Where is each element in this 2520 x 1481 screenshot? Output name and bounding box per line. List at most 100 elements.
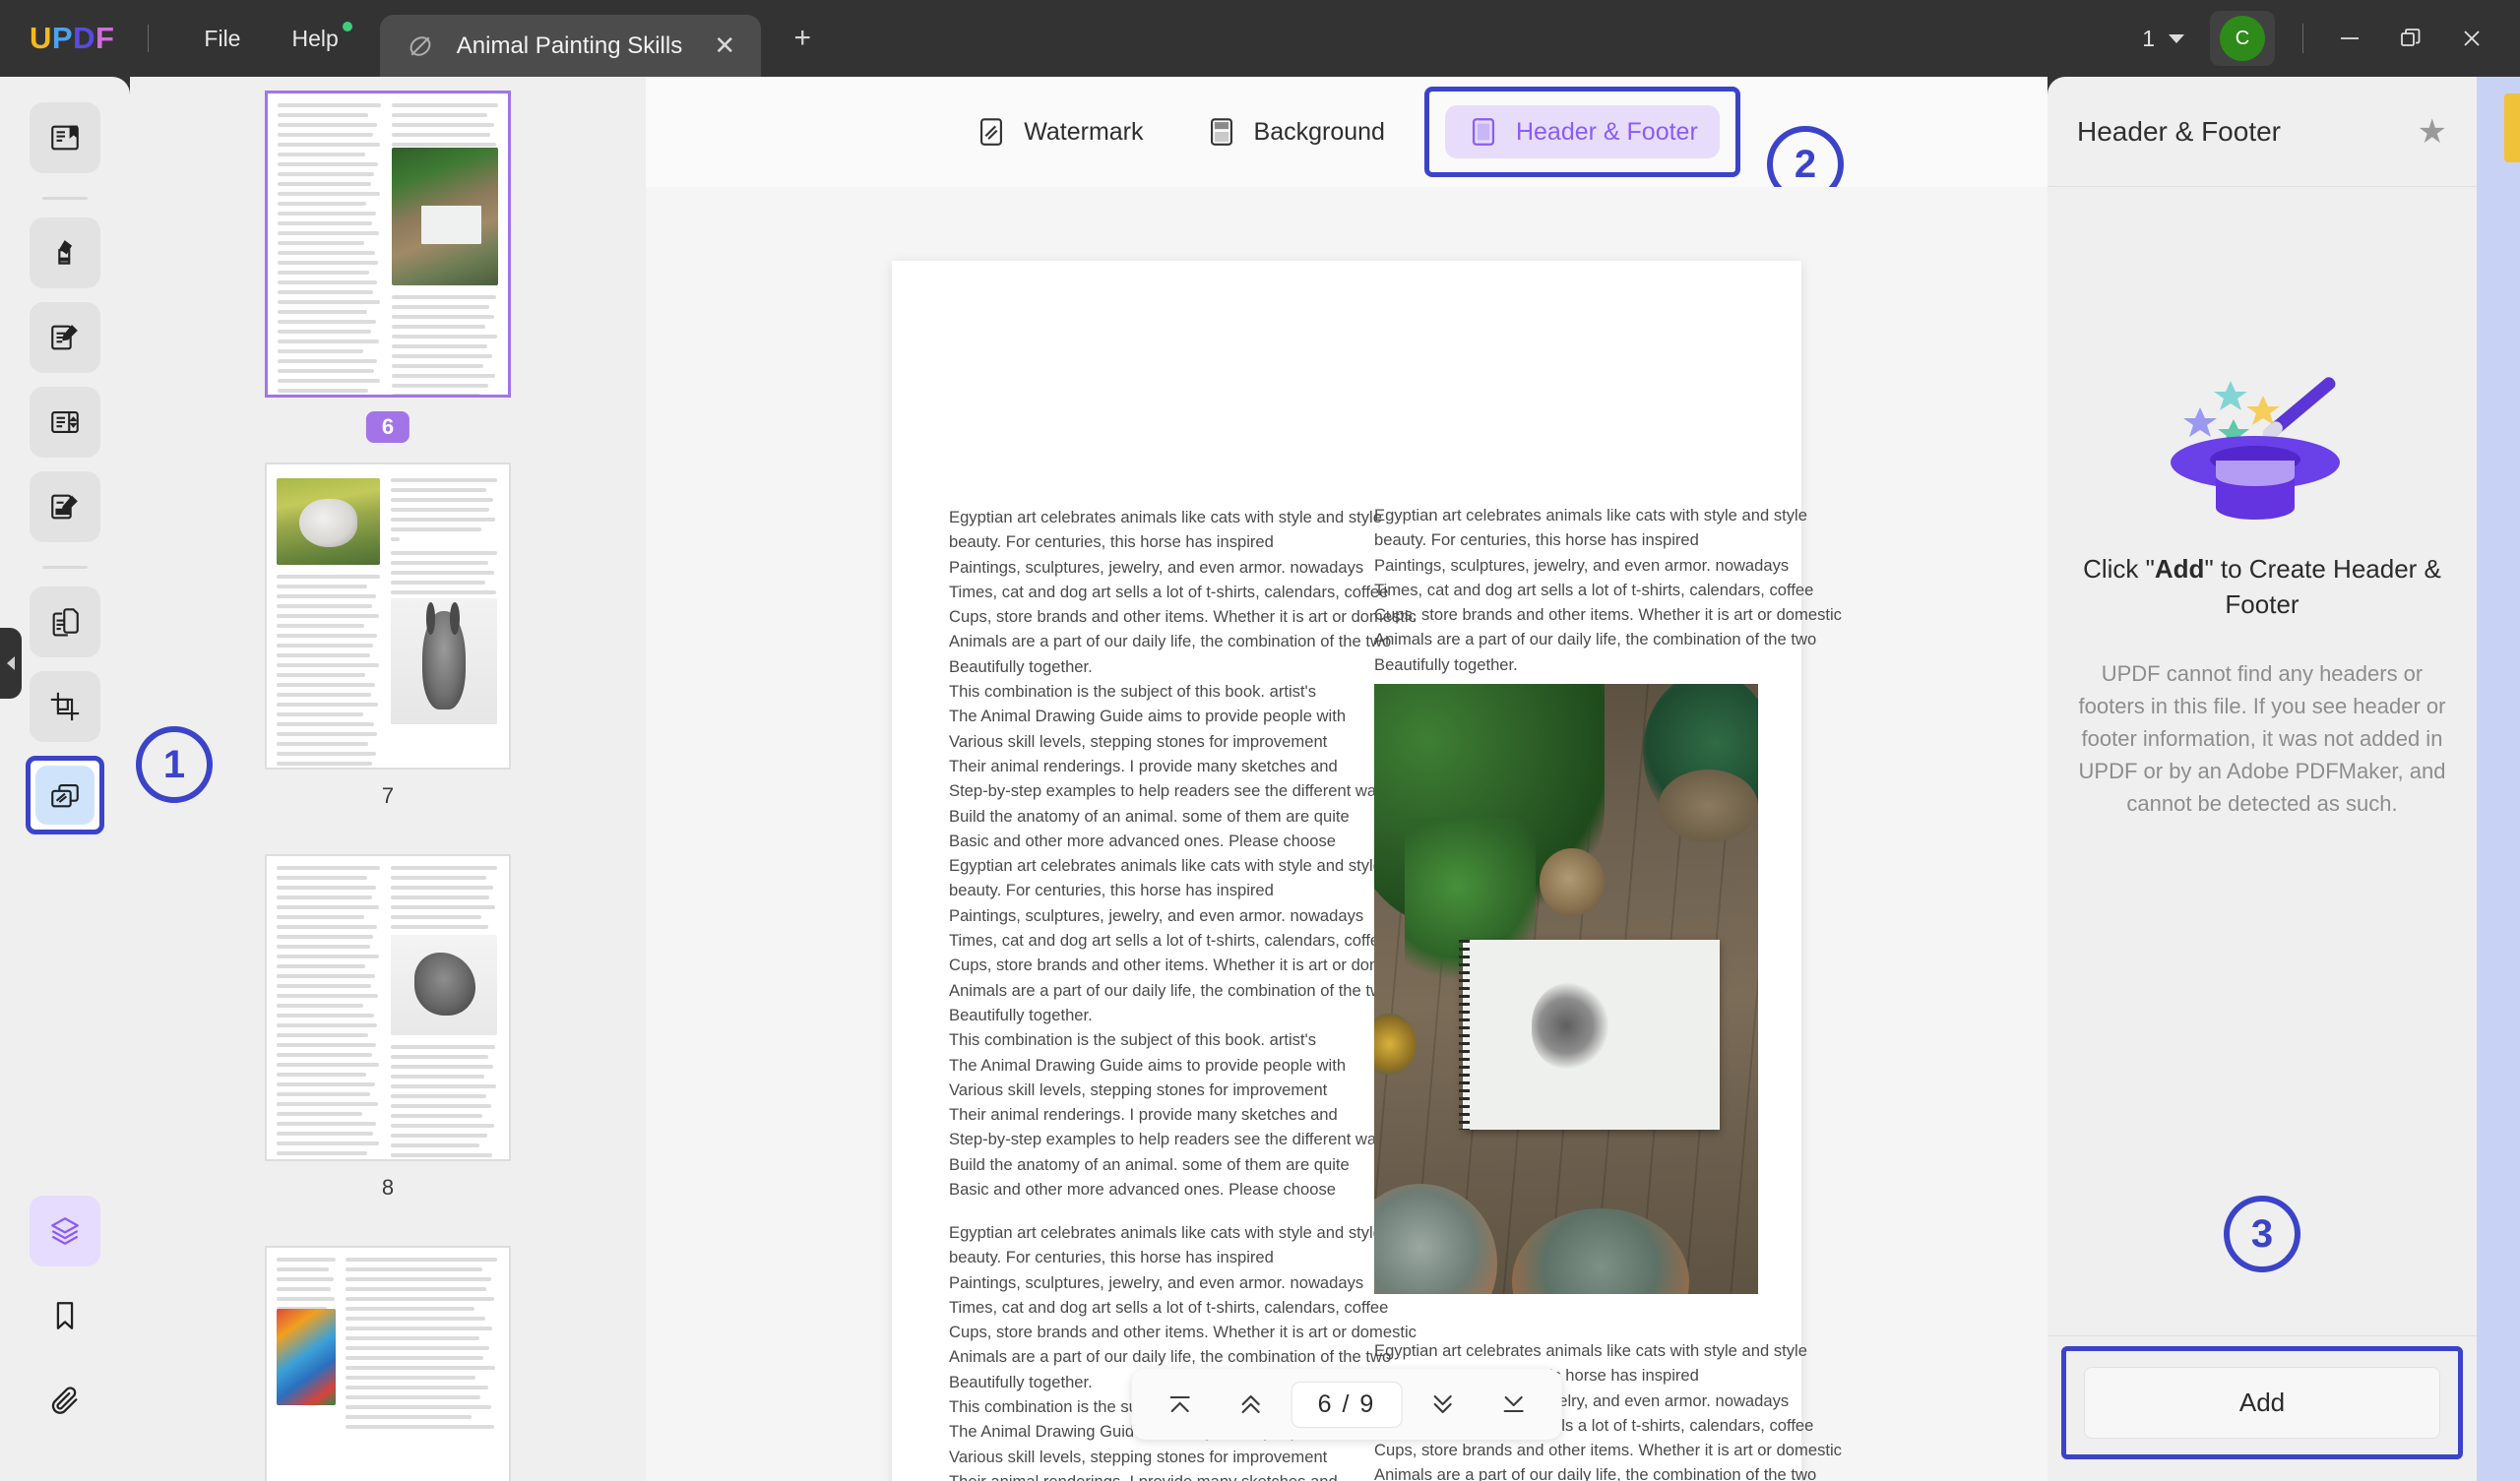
- sidebar-item-attachments[interactable]: [30, 1365, 100, 1436]
- titlebar-right-controls: 1 C: [2128, 9, 2520, 68]
- edit-document-icon: [51, 325, 78, 350]
- sidebar-item-layers[interactable]: [30, 1196, 100, 1266]
- page-text-column-right: Egyptian art celebrates animals like cat…: [1374, 503, 1842, 677]
- new-tab-button[interactable]: +: [783, 19, 822, 58]
- title-bar: UPDF File Help Animal Painting Skills ✕ …: [0, 0, 2520, 77]
- add-button[interactable]: Add: [2084, 1367, 2440, 1439]
- page-line: Egyptian art celebrates animals like cat…: [949, 856, 1382, 876]
- rail-divider-2: [42, 566, 88, 569]
- tab-watermark[interactable]: Watermark: [953, 105, 1165, 158]
- tab-header-footer-label: Header & Footer: [1515, 117, 1698, 146]
- left-tool-rail: [0, 77, 130, 1481]
- menu-help[interactable]: Help: [270, 18, 359, 60]
- logo-letter-u: U: [30, 21, 52, 55]
- close-button[interactable]: [2441, 9, 2502, 68]
- thumbnail-page-8[interactable]: 8: [130, 854, 646, 1201]
- tab-header-footer[interactable]: Header & Footer: [1444, 105, 1720, 158]
- edge-tab-indicator[interactable]: [2504, 93, 2520, 162]
- page-line: Step-by-step examples to help readers se…: [949, 781, 1393, 801]
- crop-page-icon: [50, 692, 80, 721]
- chevron-down-icon: [2169, 33, 2184, 43]
- thumbnail-page-number: 8: [381, 1175, 395, 1200]
- rail-collapse-handle[interactable]: [0, 628, 22, 699]
- panel-footer: Add: [2048, 1335, 2477, 1481]
- rail-divider-1: [42, 197, 88, 200]
- sidebar-item-crop[interactable]: [30, 671, 100, 742]
- panel-empty-state: Click "Add" to Create Header & Footer UP…: [2048, 187, 2477, 1335]
- page-line: Build the anatomy of an animal. some of …: [949, 806, 1350, 826]
- page-line: Animals are a part of our daily life, th…: [949, 1347, 1392, 1367]
- page-text-column-left-lower: Egyptian art celebrates animals like cat…: [949, 1220, 1417, 1481]
- sidebar-item-edit[interactable]: [30, 302, 100, 373]
- empty-state-title: Click "Add" to Create Header & Footer: [2077, 551, 2447, 622]
- favorite-star-icon[interactable]: ★: [2418, 112, 2447, 152]
- logo-letter-p: P: [51, 21, 74, 55]
- highlighter-icon: [58, 240, 73, 265]
- watermark-icon: [980, 118, 1003, 146]
- page-line: Animals are a part of our daily life, th…: [949, 632, 1392, 651]
- window-count-dropdown[interactable]: 1: [2128, 26, 2198, 52]
- menu-help-label: Help: [291, 25, 339, 51]
- sidebar-item-form[interactable]: [30, 387, 100, 458]
- page-line: Times, cat and dog art sells a lot of t-…: [949, 1297, 1389, 1317]
- close-icon: [2464, 31, 2480, 46]
- sidebar-item-organize[interactable]: [30, 586, 100, 657]
- sidebar-item-sign[interactable]: [30, 471, 100, 542]
- menu-file[interactable]: File: [182, 18, 262, 60]
- close-icon[interactable]: ✕: [708, 30, 741, 63]
- sidebar-item-batch-inner: [35, 766, 94, 825]
- first-page-button[interactable]: [1150, 1377, 1211, 1432]
- page-line: Paintings, sculptures, jewelry, and even…: [949, 905, 1364, 925]
- page-line: Cups, store brands and other items. Whet…: [1374, 1441, 1842, 1460]
- document-tab[interactable]: Animal Painting Skills ✕: [379, 15, 762, 77]
- thumbnail-page-6[interactable]: 6: [130, 91, 646, 443]
- minimize-button[interactable]: [2319, 9, 2380, 68]
- page-line: Times, cat and dog art sells a lot of t-…: [1374, 580, 1814, 599]
- thumbnail-frame: [265, 463, 511, 770]
- header-footer-panel: Header & Footer ★ Click "Add" to Create …: [2048, 77, 2477, 1481]
- thumbnail-frame: [265, 1246, 511, 1481]
- sidebar-item-batch[interactable]: [26, 756, 104, 834]
- thumbnail-frame: [265, 854, 511, 1161]
- page-line: Various skill levels, stepping stones fo…: [949, 1080, 1328, 1099]
- page-number-field[interactable]: 6 / 9: [1291, 1381, 1403, 1428]
- background-icon: [1210, 118, 1232, 146]
- document-page: Egyptian art celebrates animals like cat…: [892, 261, 1842, 1481]
- thumbnail-page-number: 7: [381, 783, 395, 808]
- right-edge-panel: [2477, 77, 2520, 1481]
- account-button[interactable]: C: [2210, 11, 2275, 66]
- page-line: The Animal Drawing Guide aims to provide…: [949, 1055, 1347, 1075]
- document-tab-title: Animal Painting Skills: [456, 31, 683, 59]
- panel-title: Header & Footer: [2077, 115, 2281, 147]
- page-line: Animals are a part of our daily life, th…: [1374, 1465, 1817, 1481]
- tab-background[interactable]: Background: [1183, 105, 1407, 158]
- pdf-doc-icon: [410, 35, 431, 56]
- page-line: Various skill levels, stepping stones fo…: [949, 731, 1328, 751]
- help-notification-dot: [342, 21, 352, 31]
- book-reader-icon: [51, 125, 79, 151]
- sidebar-item-bookmarks[interactable]: [30, 1280, 100, 1351]
- titlebar-divider: [148, 25, 150, 52]
- sidebar-item-markup[interactable]: [30, 217, 100, 288]
- page-line: beauty. For centuries, this horse has in…: [949, 1248, 1274, 1267]
- sign-document-icon: [51, 494, 78, 520]
- sidebar-item-reader[interactable]: [30, 102, 100, 173]
- maximize-button[interactable]: [2380, 9, 2441, 68]
- last-page-button[interactable]: [1482, 1377, 1544, 1432]
- page-line: Various skill levels, stepping stones fo…: [949, 1447, 1328, 1466]
- page-line: Build the anatomy of an animal. some of …: [949, 1154, 1350, 1174]
- page-line: This combination is the subject of this …: [949, 682, 1317, 702]
- thumbnail-frame: [265, 91, 511, 398]
- chevron-down-double-icon: [1433, 1394, 1452, 1414]
- next-page-button[interactable]: [1412, 1377, 1473, 1432]
- chevron-up-double-icon: [1241, 1394, 1260, 1414]
- previous-page-button[interactable]: [1221, 1377, 1282, 1432]
- page-line: Basic and other more advanced ones. Plea…: [949, 1180, 1336, 1200]
- document-viewport[interactable]: Egyptian art celebrates animals like cat…: [646, 187, 2048, 1481]
- page-line: beauty. For centuries, this horse has in…: [949, 532, 1274, 552]
- thumbnail-page-9[interactable]: 9: [130, 1246, 646, 1481]
- page-line: Cups, store brands and other items. Whet…: [949, 1323, 1417, 1342]
- page-line: Their animal renderings. I provide many …: [949, 1105, 1338, 1125]
- page-line: beauty. For centuries, this horse has in…: [949, 881, 1274, 900]
- logo-letter-f: F: [94, 21, 115, 55]
